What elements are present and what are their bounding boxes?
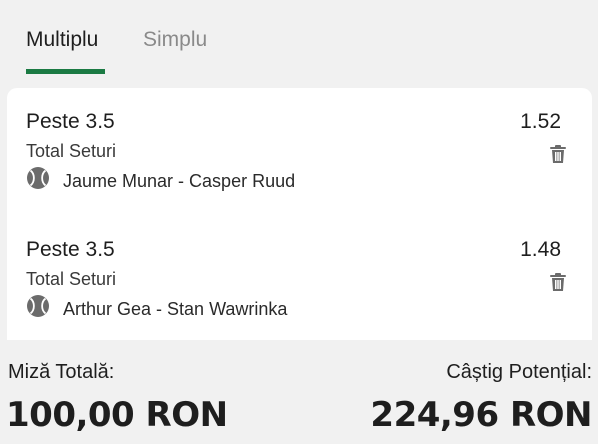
total-stake-label: Miză Totală: [8, 361, 115, 383]
bet-type: Total Seturi [26, 141, 117, 161]
tab-multiplu[interactable]: Multiplu [26, 28, 98, 52]
bet-event: Jaume Munar - Casper Ruud [63, 171, 296, 191]
active-tab-indicator [26, 69, 105, 74]
tab-simplu[interactable]: Simplu [143, 28, 207, 52]
tennis-ball-icon [27, 167, 49, 189]
betslip-tabs: Multiplu Simplu [0, 0, 598, 78]
trash-icon[interactable] [547, 271, 569, 293]
trash-icon[interactable] [547, 143, 569, 165]
total-stake-value: 100,00 RON [6, 395, 228, 435]
bet-market: Peste 3.5 [26, 238, 115, 261]
bet-type: Total Seturi [26, 269, 117, 289]
bet-odds: 1.48 [520, 238, 561, 261]
bet-odds: 1.52 [520, 110, 561, 133]
potential-win-label: Câștig Potențial: [446, 361, 592, 383]
potential-win-value: 224,96 RON [370, 395, 592, 435]
bet-market: Peste 3.5 [26, 110, 115, 133]
tennis-ball-icon [27, 295, 49, 317]
bet-item: Peste 3.5 1.52 Total Seturi Jaume Munar … [7, 88, 592, 198]
bet-list: Peste 3.5 1.52 Total Seturi Jaume Munar … [7, 88, 592, 340]
bet-event: Arthur Gea - Stan Wawrinka [63, 299, 288, 319]
bet-item: Peste 3.5 1.48 Total Seturi Arthur Gea -… [7, 216, 592, 326]
